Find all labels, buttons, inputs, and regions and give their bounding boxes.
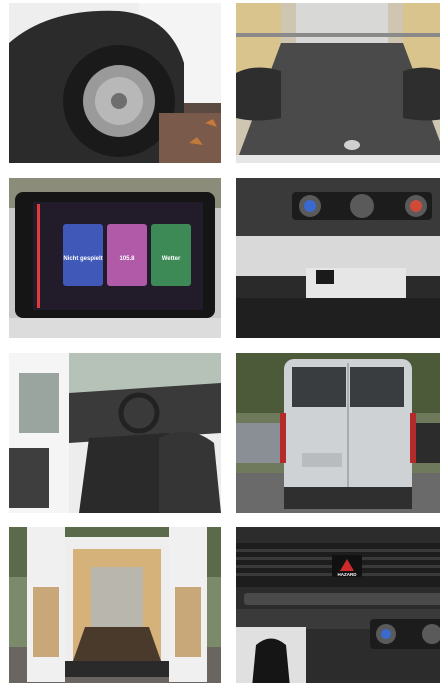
front-wheel-image: [9, 3, 221, 163]
screen-tile-1-label: Nicht gespielt: [63, 256, 102, 262]
open-rear-doors-image: [9, 527, 221, 683]
photo-gallery: Nicht gespielt 105.8 Wetter HAZARD: [0, 0, 440, 683]
van-rear-image: [236, 353, 440, 513]
photo-open-rear-doors[interactable]: [9, 527, 221, 683]
photo-climate-controls[interactable]: [236, 178, 440, 338]
cab-interior-image: [9, 353, 221, 513]
photo-infotainment-screen[interactable]: Nicht gespielt 105.8 Wetter: [9, 178, 221, 338]
cargo-floor-image: [236, 3, 440, 163]
climate-controls-image: [236, 178, 440, 338]
photo-dashboard-vents[interactable]: HAZARD: [236, 527, 440, 683]
infotainment-image: Nicht gespielt 105.8 Wetter: [9, 178, 221, 338]
photo-cab-interior[interactable]: [9, 353, 221, 513]
screen-tile-2-label: 105.8: [119, 256, 135, 262]
hazard-label: HAZARD: [338, 572, 358, 577]
photo-van-rear[interactable]: [236, 353, 440, 513]
photo-cargo-floor[interactable]: [236, 3, 440, 163]
photo-front-wheel[interactable]: [9, 3, 221, 163]
screen-tile-3-label: Wetter: [162, 256, 181, 262]
dashboard-vents-image: HAZARD: [236, 527, 440, 683]
